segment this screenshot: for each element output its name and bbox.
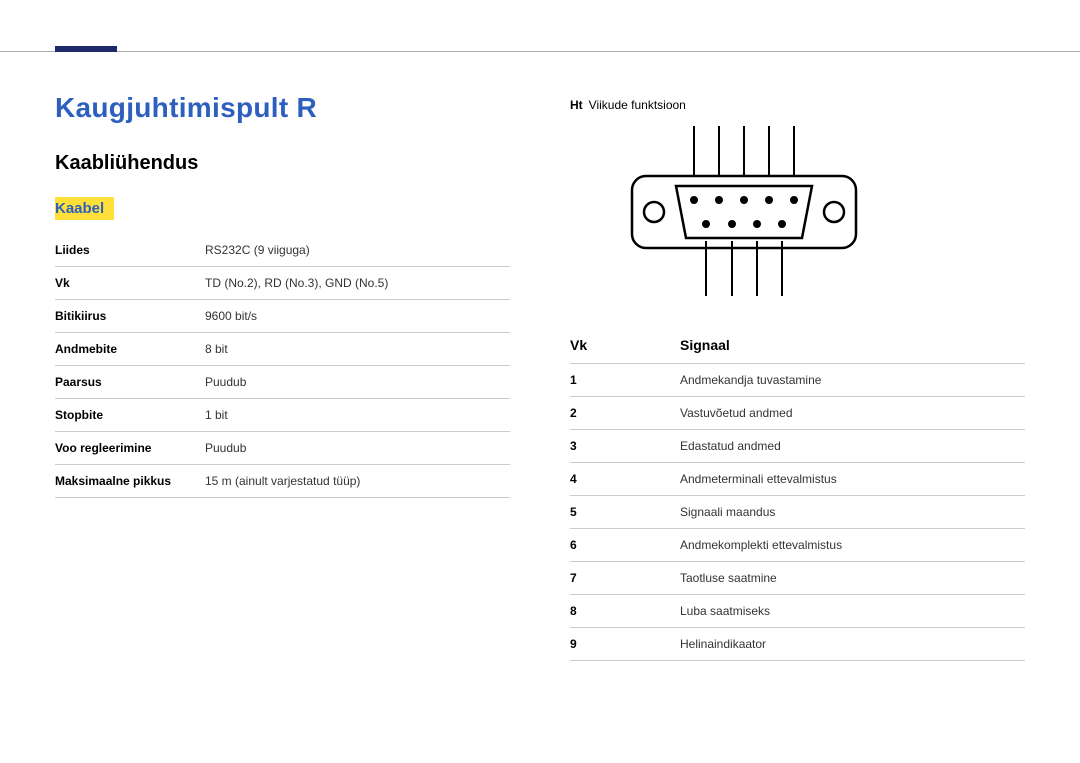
- pin-signal: Helinaindikaator: [680, 637, 1025, 651]
- pin-signal: Andmekomplekti ettevalmistus: [680, 538, 1025, 552]
- pin-row: 8 Luba saatmiseks: [570, 595, 1025, 628]
- pin-table-header: Vk Signaal: [570, 327, 1025, 364]
- cable-label: Kaabel: [55, 197, 114, 220]
- spec-row: Vk TD (No.2), RD (No.3), GND (No.5): [55, 267, 510, 300]
- spec-label: Vk: [55, 276, 205, 290]
- spec-label: Voo regleerimine: [55, 441, 205, 455]
- pin-num: 4: [570, 472, 680, 486]
- spec-value: Puudub: [205, 441, 510, 455]
- pin-row: 7 Taotluse saatmine: [570, 562, 1025, 595]
- left-column: Kaugjuhtimispult R Kaabliühendus Kaabel …: [55, 92, 510, 661]
- spec-label: Paarsus: [55, 375, 205, 389]
- pin-num: 5: [570, 505, 680, 519]
- spec-row: Voo regleerimine Puudub: [55, 432, 510, 465]
- page-title: Kaugjuhtimispult R: [55, 92, 510, 124]
- spec-value: Puudub: [205, 375, 510, 389]
- pin-table-head-num: Vk: [570, 337, 680, 353]
- pin-row: 9 Helinaindikaator: [570, 628, 1025, 661]
- pin-row: 2 Vastuvõetud andmed: [570, 397, 1025, 430]
- pin-signal: Signaali maandus: [680, 505, 1025, 519]
- pin-row: 1 Andmekandja tuvastamine: [570, 364, 1025, 397]
- pin-row: 5 Signaali maandus: [570, 496, 1025, 529]
- spec-value: TD (No.2), RD (No.3), GND (No.5): [205, 276, 510, 290]
- pin-row: 6 Andmekomplekti ettevalmistus: [570, 529, 1025, 562]
- spec-row: Andmebite 8 bit: [55, 333, 510, 366]
- spec-label: Stopbite: [55, 408, 205, 422]
- spec-row: Stopbite 1 bit: [55, 399, 510, 432]
- pin-num: 1: [570, 373, 680, 387]
- pin-function-header: Ht Viikude funktsioon: [570, 98, 1025, 112]
- pin-num: 8: [570, 604, 680, 618]
- spec-row: Liides RS232C (9 viiguga): [55, 234, 510, 267]
- spec-label: Maksimaalne pikkus: [55, 474, 205, 488]
- spec-value: 15 m (ainult varjestatud tüüp): [205, 474, 510, 488]
- pin-table-head-signal: Signaal: [680, 337, 1025, 353]
- spec-label: Liides: [55, 243, 205, 257]
- pin-signal: Vastuvõetud andmed: [680, 406, 1025, 420]
- pin-row: 4 Andmeterminali ettevalmistus: [570, 463, 1025, 496]
- pin-num: 9: [570, 637, 680, 651]
- pin-num: 2: [570, 406, 680, 420]
- right-column: Ht Viikude funktsioon: [570, 92, 1025, 661]
- spec-row: Bitikiirus 9600 bit/s: [55, 300, 510, 333]
- spec-label: Bitikiirus: [55, 309, 205, 323]
- pin-num: 3: [570, 439, 680, 453]
- topbar: [0, 0, 1080, 52]
- spec-value: RS232C (9 viiguga): [205, 243, 510, 257]
- pin-function-header-text: Viikude funktsioon: [589, 98, 686, 112]
- pin-signal: Andmeterminali ettevalmistus: [680, 472, 1025, 486]
- pin-signal: Taotluse saatmine: [680, 571, 1025, 585]
- spec-value: 8 bit: [205, 342, 510, 356]
- pin-signal: Luba saatmiseks: [680, 604, 1025, 618]
- spec-value: 9600 bit/s: [205, 309, 510, 323]
- topbar-accent: [55, 46, 117, 52]
- spec-label: Andmebite: [55, 342, 205, 356]
- pin-signal: Edastatud andmed: [680, 439, 1025, 453]
- content: Kaugjuhtimispult R Kaabliühendus Kaabel …: [0, 52, 1080, 661]
- pin-function-header-bold: Ht: [570, 98, 583, 112]
- section-title: Kaabliühendus: [55, 152, 510, 175]
- pin-num: 6: [570, 538, 680, 552]
- pin-num: 7: [570, 571, 680, 585]
- pin-signal: Andmekandja tuvastamine: [680, 373, 1025, 387]
- spec-row: Paarsus Puudub: [55, 366, 510, 399]
- pin-row: 3 Edastatud andmed: [570, 430, 1025, 463]
- spec-value: 1 bit: [205, 408, 510, 422]
- spec-row: Maksimaalne pikkus 15 m (ainult varjesta…: [55, 465, 510, 498]
- db9-connector-icon: [612, 126, 1025, 299]
